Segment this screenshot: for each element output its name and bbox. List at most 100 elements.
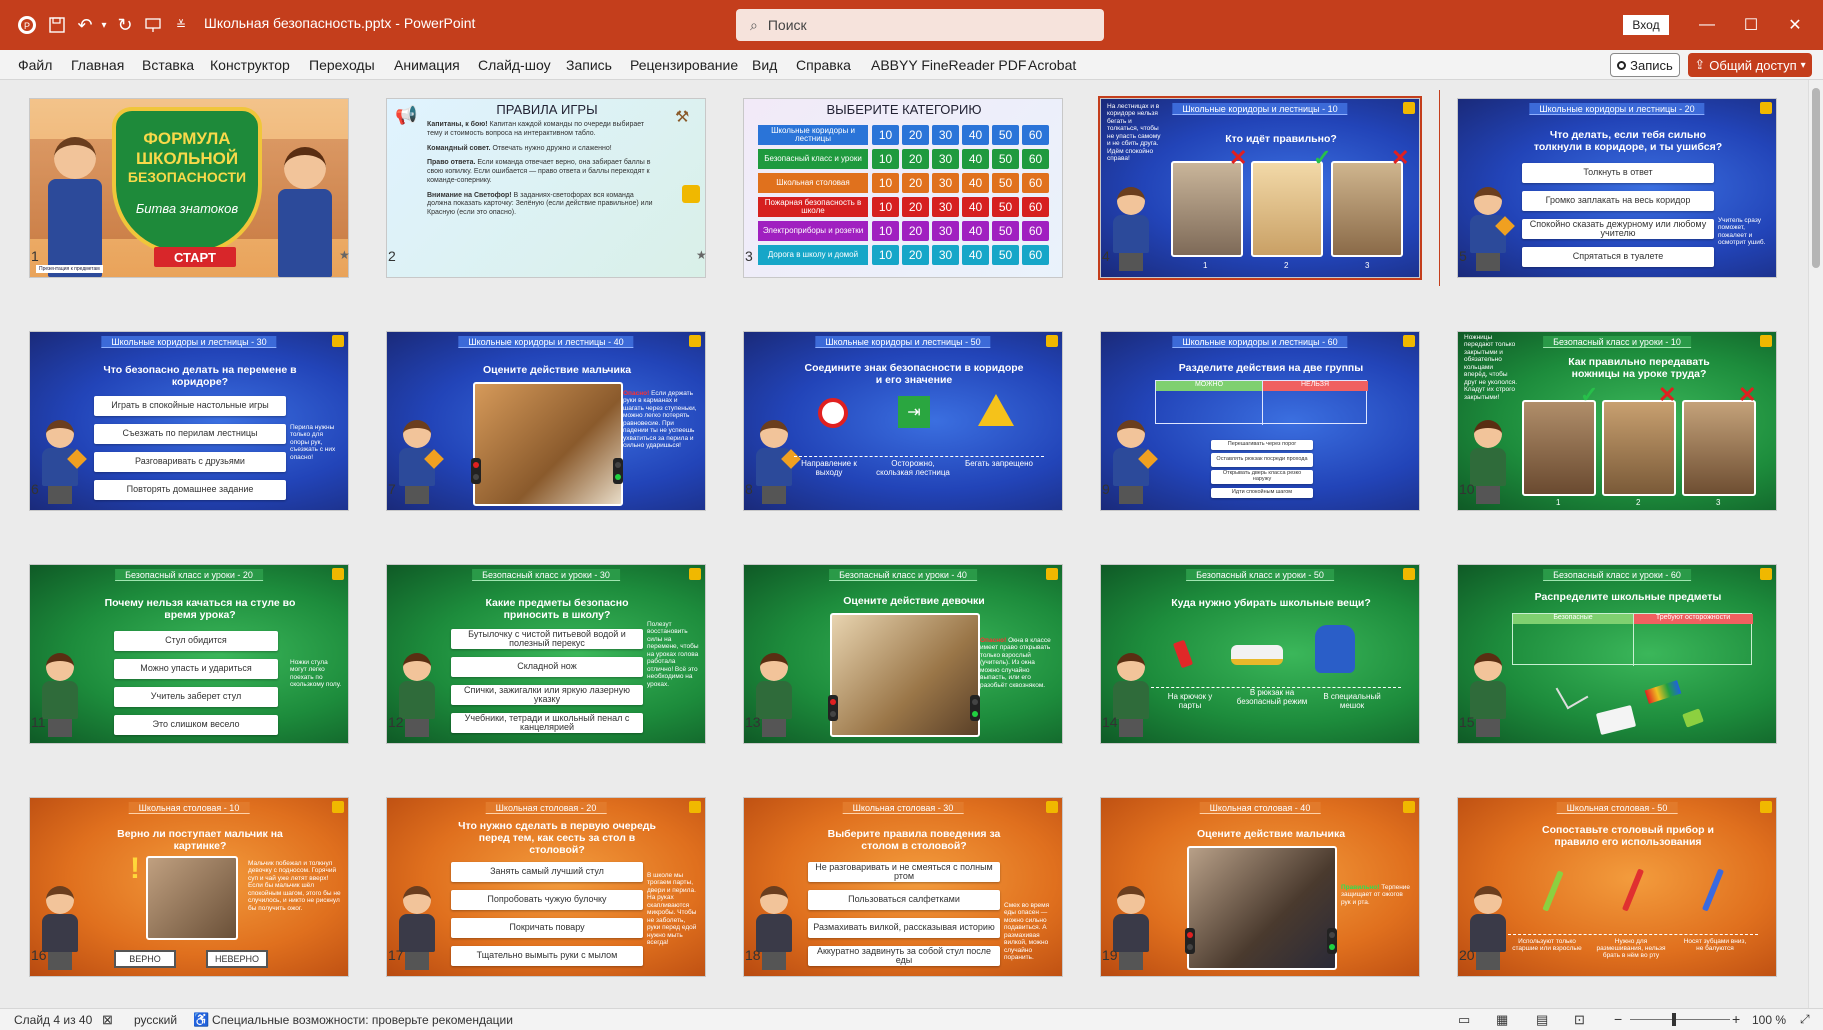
points-cell[interactable]: 60	[1022, 245, 1049, 265]
points-cell[interactable]: 30	[932, 221, 959, 241]
points-cell[interactable]: 60	[1022, 221, 1049, 241]
points-cell[interactable]: 50	[992, 245, 1019, 265]
zoom-level[interactable]: 100 %	[1752, 1013, 1786, 1027]
draggable-item[interactable]: Идти спокойным шагом	[1211, 488, 1313, 498]
answer-option[interactable]: Спрятаться в туалете	[1522, 247, 1714, 267]
points-cell[interactable]: 30	[932, 149, 959, 169]
slide-thumbnail[interactable]: Школьная столовая - 50 Сопоставьте столо…	[1457, 797, 1777, 977]
option-photo[interactable]	[1522, 400, 1596, 496]
answer-option[interactable]: Покричать повару	[451, 918, 643, 938]
answer-option[interactable]: Тщательно вымыть руки с мылом	[451, 946, 643, 966]
answer-option[interactable]: Спокойно сказать дежурному или любому уч…	[1522, 219, 1714, 239]
slide-thumbnail[interactable]: Школьные коридоры и лестницы - 60 Раздел…	[1100, 331, 1420, 511]
answer-option[interactable]: Складной нож	[451, 657, 643, 677]
tab-slideshow[interactable]: Слайд-шоу	[478, 57, 551, 73]
slide-thumbnail[interactable]: ПРАВИЛА ИГРЫ 📢 ⚒ Капитаны, к бою! Капита…	[386, 98, 706, 278]
answer-option[interactable]: Занять самый лучший стул	[451, 862, 643, 882]
points-cell[interactable]: 40	[962, 197, 989, 217]
points-cell[interactable]: 40	[962, 125, 989, 145]
customize-quick-access-icon[interactable]: ≚	[170, 12, 192, 38]
tab-home[interactable]: Главная	[71, 57, 124, 73]
zoom-out-icon[interactable]: −	[1614, 1011, 1622, 1027]
points-cell[interactable]: 30	[932, 125, 959, 145]
option-photo[interactable]	[1331, 161, 1403, 257]
points-cell[interactable]: 50	[992, 221, 1019, 241]
answer-option[interactable]: Разговаривать с друзьями	[94, 452, 286, 472]
accessibility-status[interactable]: Специальные возможности: проверьте реком…	[212, 1013, 513, 1027]
points-cell[interactable]: 50	[992, 125, 1019, 145]
answer-option[interactable]: Съезжать по перилам лестницы	[94, 424, 286, 444]
answer-option[interactable]: Учебники, тетради и школьный пенал с кан…	[451, 713, 643, 733]
points-cell[interactable]: 30	[932, 173, 959, 193]
share-button[interactable]: ⇪ Общий доступ ▾	[1688, 53, 1812, 77]
slide-thumbnail[interactable]: Безопасный класс и уроки - 20 Почему нел…	[29, 564, 349, 744]
accessibility-icon[interactable]: ♿	[193, 1012, 209, 1028]
points-cell[interactable]: 10	[872, 197, 899, 217]
points-cell[interactable]: 10	[872, 173, 899, 193]
points-cell[interactable]: 40	[962, 221, 989, 241]
reading-view-icon[interactable]: ▤	[1536, 1012, 1548, 1028]
tab-animations[interactable]: Анимация	[394, 57, 460, 73]
tab-acrobat[interactable]: Acrobat	[1028, 57, 1076, 73]
points-cell[interactable]: 10	[872, 125, 899, 145]
vertical-scrollbar[interactable]	[1808, 80, 1823, 1008]
points-cell[interactable]: 10	[872, 149, 899, 169]
slide-thumbnail[interactable]: Школьные коридоры и лестницы - 10 На лес…	[1098, 96, 1422, 280]
points-cell[interactable]: 20	[902, 221, 929, 241]
option-photo[interactable]	[1251, 161, 1323, 257]
slide-thumbnail[interactable]: Безопасный класс и уроки - 30 Какие пред…	[386, 564, 706, 744]
points-cell[interactable]: 40	[962, 245, 989, 265]
answer-option[interactable]: Учитель заберет стул	[114, 687, 278, 707]
points-cell[interactable]: 50	[992, 149, 1019, 169]
points-cell[interactable]: 40	[962, 173, 989, 193]
draggable-item[interactable]: Оставлять рюкзак посреди прохода	[1211, 453, 1313, 467]
slide-thumbnail[interactable]: ФОРМУЛА ШКОЛЬНОЙ БЕЗОПАСНОСТИ Битва знат…	[29, 98, 349, 278]
slide-thumbnail[interactable]: Школьные коридоры и лестницы - 50 Соедин…	[743, 331, 1063, 511]
slide-thumbnail[interactable]: Школьная столовая - 30 Выберите правила …	[743, 797, 1063, 977]
answer-option[interactable]: Это слишком весело	[114, 715, 278, 735]
answer-option[interactable]: Можно упасть и удариться	[114, 659, 278, 679]
answer-option[interactable]: Размахивать вилкой, рассказывая историю	[808, 918, 1000, 938]
slide-sorter-icon[interactable]: ▦	[1496, 1012, 1508, 1028]
option-photo[interactable]	[1602, 400, 1676, 496]
slideshow-icon[interactable]: ⊡	[1574, 1012, 1585, 1028]
redo-icon[interactable]: ↻	[114, 12, 136, 38]
scrollbar-thumb[interactable]	[1812, 88, 1820, 268]
search-box[interactable]: ⌕ Поиск	[736, 9, 1104, 41]
slide-thumbnail[interactable]: Безопасный класс и уроки - 50 Куда нужно…	[1100, 564, 1420, 744]
option-photo[interactable]	[1682, 400, 1756, 496]
answer-option[interactable]: Бутылочку с чистой питьевой водой и поле…	[451, 629, 643, 649]
points-cell[interactable]: 60	[1022, 149, 1049, 169]
answer-option[interactable]: Не разговаривать и не смеяться с полным …	[808, 862, 1000, 882]
zoom-slider[interactable]	[1630, 1019, 1730, 1020]
answer-option[interactable]: Повторять домашнее задание	[94, 480, 286, 500]
answer-option[interactable]: Громко заплакать на весь коридор	[1522, 191, 1714, 211]
points-cell[interactable]: 10	[872, 245, 899, 265]
slide-thumbnail[interactable]: Безопасный класс и уроки - 10 Ножницы пе…	[1457, 331, 1777, 511]
undo-dropdown-icon[interactable]: ▾	[98, 12, 110, 38]
fit-to-window-icon[interactable]: ⤢	[1800, 1012, 1810, 1027]
slide-thumbnail[interactable]: Школьная столовая - 10 Верно ли поступае…	[29, 797, 349, 977]
answer-option[interactable]: Стул обидится	[114, 631, 278, 651]
slide-thumbnail[interactable]: Школьная столовая - 40 Оцените действие …	[1100, 797, 1420, 977]
sign-in-button[interactable]: Вход	[1623, 15, 1669, 35]
points-cell[interactable]: 20	[902, 245, 929, 265]
close-icon[interactable]: ✕	[1780, 12, 1810, 38]
zoom-slider-thumb[interactable]	[1672, 1013, 1676, 1026]
tab-design[interactable]: Конструктор	[210, 57, 290, 73]
tab-file[interactable]: Файл	[18, 57, 52, 73]
points-cell[interactable]: 50	[992, 173, 1019, 193]
maximize-icon[interactable]: ☐	[1736, 12, 1766, 38]
answer-option[interactable]: Попробовать чужую булочку	[451, 890, 643, 910]
points-cell[interactable]: 40	[962, 149, 989, 169]
points-cell[interactable]: 60	[1022, 125, 1049, 145]
tab-help[interactable]: Справка	[796, 57, 851, 73]
true-button[interactable]: ВЕРНО	[114, 950, 176, 968]
language-indicator[interactable]: русский	[134, 1013, 177, 1027]
false-button[interactable]: НЕВЕРНО	[206, 950, 268, 968]
answer-option[interactable]: Спички, зажигалки или яркую лазерную ука…	[451, 685, 643, 705]
points-cell[interactable]: 20	[902, 125, 929, 145]
draggable-item[interactable]: Открывать дверь класса резко наружу	[1211, 470, 1313, 484]
tab-view[interactable]: Вид	[752, 57, 777, 73]
slide-sorter[interactable]: ФОРМУЛА ШКОЛЬНОЙ БЕЗОПАСНОСТИ Битва знат…	[0, 80, 1808, 1008]
